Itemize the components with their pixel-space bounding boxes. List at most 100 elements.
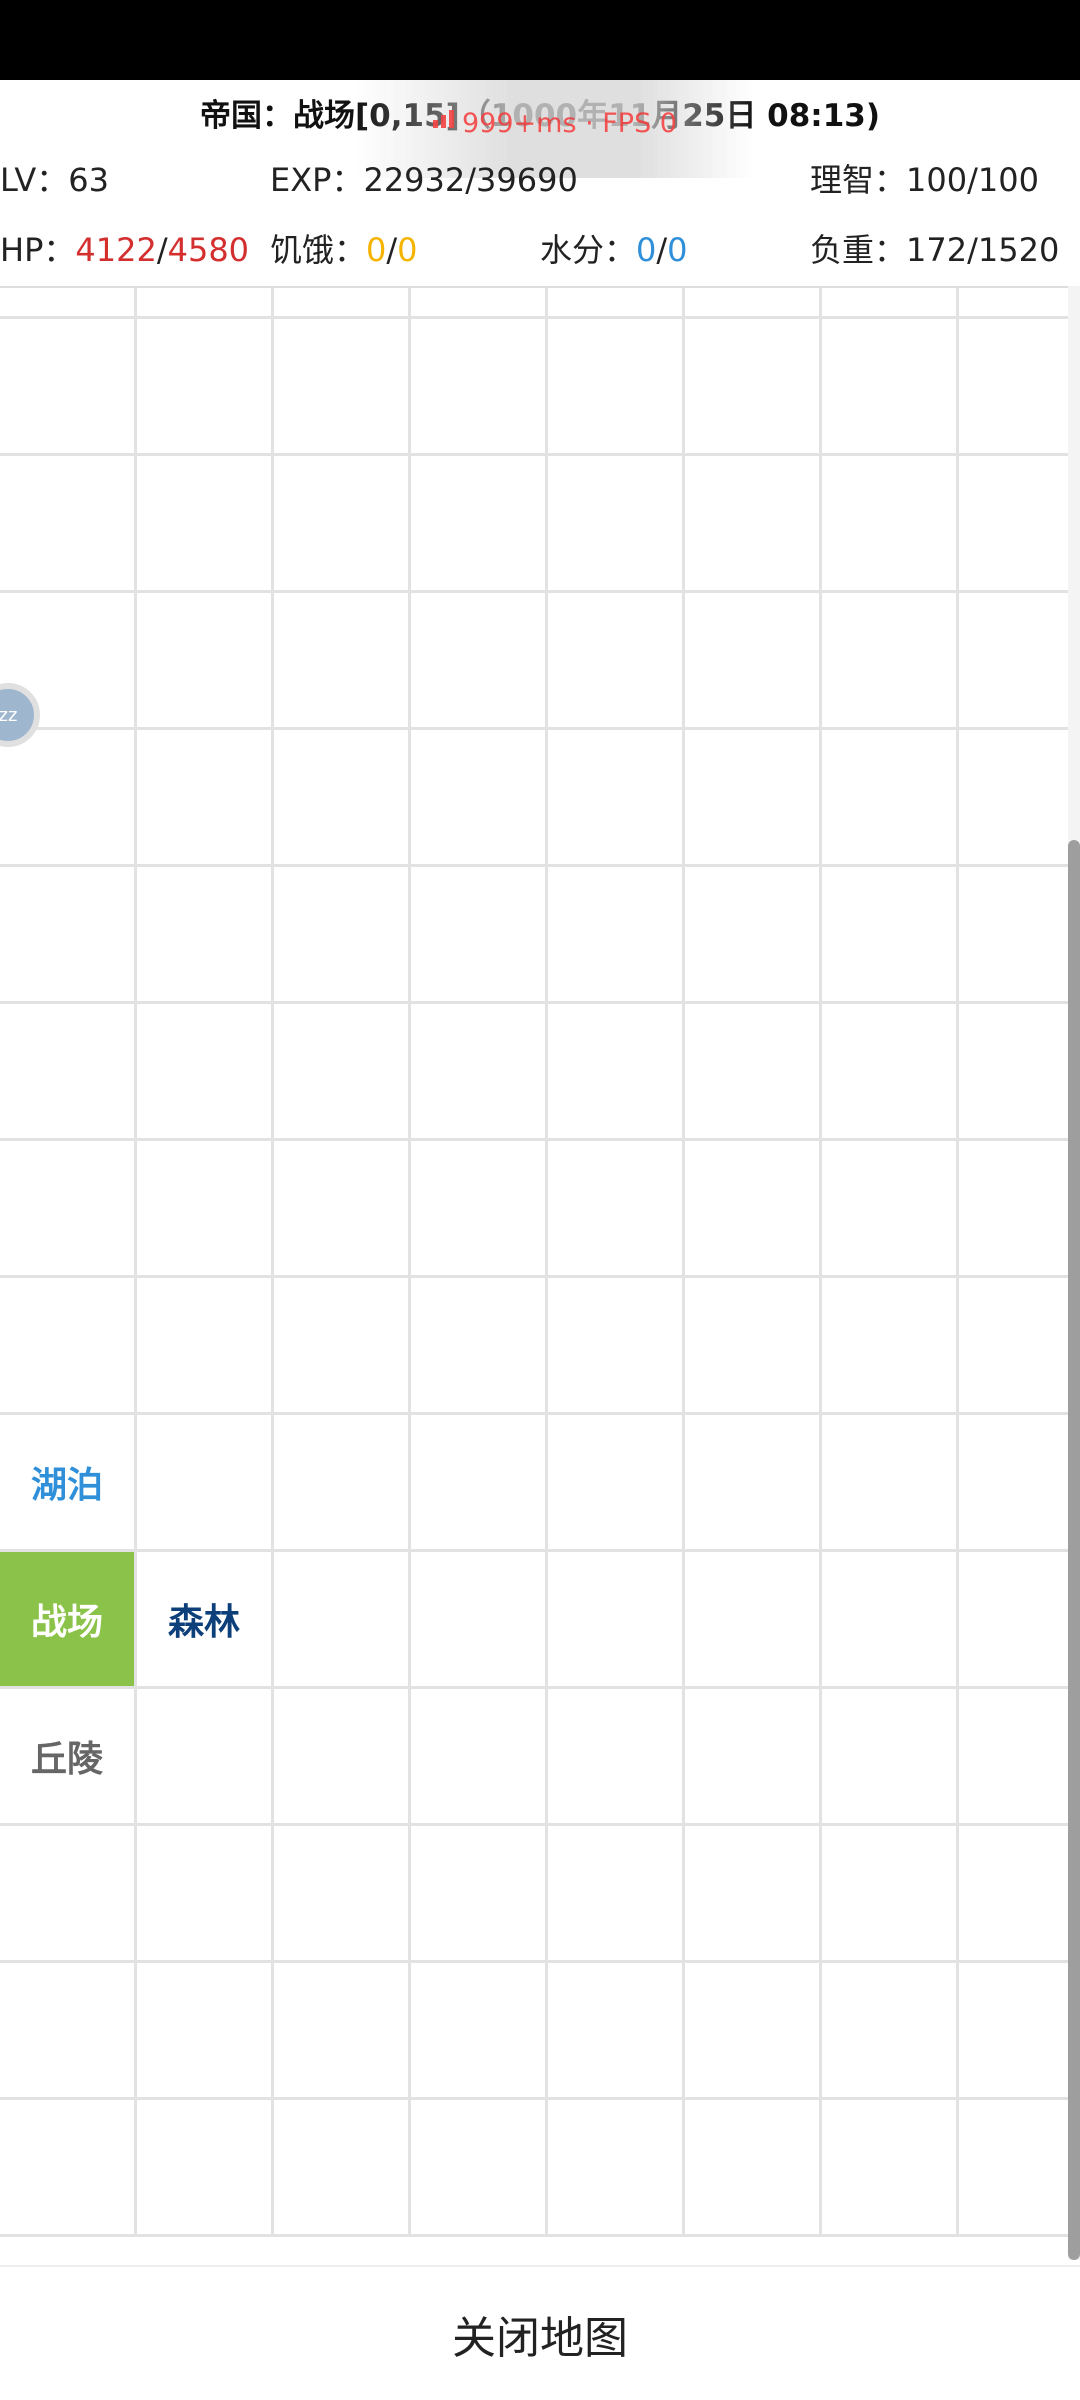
map-cell[interactable] [959,1004,1068,1141]
map-cell[interactable] [0,1963,137,2100]
map-cell[interactable] [548,456,685,593]
map-cell[interactable] [548,288,685,319]
map-cell[interactable] [685,456,822,593]
map-cell[interactable] [548,730,685,867]
map-cell[interactable] [959,2100,1068,2237]
map-cell[interactable] [411,1278,548,1415]
map-cell[interactable] [822,1141,959,1278]
map-cell[interactable] [959,1552,1068,1689]
map-cell[interactable] [137,730,274,867]
map-cell[interactable] [822,319,959,456]
map-cell[interactable] [137,1689,274,1826]
map-cell[interactable] [0,319,137,456]
map-cell-lake[interactable]: 湖泊 [0,1415,137,1552]
map-scrollbar-thumb[interactable] [1068,840,1080,2260]
map-cell[interactable] [548,1963,685,2100]
map-cell[interactable] [137,1141,274,1278]
map-cell[interactable] [548,593,685,730]
map-cell[interactable] [685,593,822,730]
map-cell[interactable] [822,1689,959,1826]
map-cell[interactable] [959,1141,1068,1278]
map-cell[interactable] [959,1826,1068,1963]
map-cell[interactable] [274,319,411,456]
map-cell[interactable] [411,288,548,319]
map-cell[interactable] [548,1004,685,1141]
map-cell[interactable] [685,867,822,1004]
map-cell[interactable] [822,867,959,1004]
map-cell[interactable] [822,288,959,319]
map-cell[interactable] [822,2100,959,2237]
map-cell[interactable] [685,1141,822,1278]
map-cell[interactable] [137,1004,274,1141]
map-cell[interactable] [548,2100,685,2237]
map-cell[interactable] [0,1141,137,1278]
map-cell[interactable] [274,456,411,593]
map-cell[interactable] [137,1826,274,1963]
map-cell[interactable] [274,1141,411,1278]
map-cell[interactable] [411,867,548,1004]
map-viewport[interactable]: 湖泊 战场 森林 丘陵 zz [0,286,1068,2260]
map-cell[interactable] [959,1689,1068,1826]
map-cell[interactable] [411,1689,548,1826]
map-cell[interactable] [411,1826,548,1963]
map-cell[interactable] [685,319,822,456]
map-cell[interactable] [274,867,411,1004]
map-cell[interactable] [411,1415,548,1552]
map-cell[interactable] [274,1552,411,1689]
map-cell[interactable] [548,1689,685,1826]
map-cell[interactable] [959,456,1068,593]
map-cell[interactable] [274,730,411,867]
map-cell[interactable] [822,1963,959,2100]
map-cell[interactable] [411,593,548,730]
map-cell[interactable] [0,1004,137,1141]
map-cell[interactable] [411,1963,548,2100]
map-cell[interactable] [137,1278,274,1415]
close-map-button[interactable]: 关闭地图 [0,2265,1080,2400]
map-cell[interactable] [685,1004,822,1141]
map-cell[interactable] [548,319,685,456]
map-cell[interactable] [685,730,822,867]
map-cell[interactable] [822,730,959,867]
map-cell[interactable] [0,456,137,593]
map-cell[interactable] [137,1963,274,2100]
map-cell[interactable] [0,730,137,867]
map-cell[interactable] [411,1552,548,1689]
map-cell[interactable] [137,456,274,593]
map-cell[interactable] [274,1826,411,1963]
map-cell[interactable] [411,2100,548,2237]
map-cell[interactable] [822,1826,959,1963]
map-cell[interactable] [548,1278,685,1415]
map-cell[interactable] [0,2100,137,2237]
map-cell[interactable] [137,867,274,1004]
map-cell[interactable] [548,1141,685,1278]
map-cell[interactable] [685,1415,822,1552]
map-cell[interactable] [274,1963,411,2100]
map-cell[interactable] [685,1963,822,2100]
map-cell[interactable] [959,319,1068,456]
map-cell[interactable] [685,1826,822,1963]
map-cell[interactable] [959,288,1068,319]
map-cell[interactable] [274,1415,411,1552]
map-cell[interactable] [822,456,959,593]
map-cell[interactable] [274,1689,411,1826]
map-cell[interactable] [822,1552,959,1689]
map-cell[interactable] [685,1689,822,1826]
map-cell[interactable] [411,730,548,867]
map-cell[interactable] [959,730,1068,867]
map-cell[interactable] [822,1004,959,1141]
map-cell[interactable] [0,1826,137,1963]
map-cell[interactable] [959,593,1068,730]
map-cell[interactable] [411,456,548,593]
map-cell[interactable] [137,1415,274,1552]
map-cell[interactable] [411,1141,548,1278]
map-cell[interactable] [959,1963,1068,2100]
map-cell[interactable] [137,593,274,730]
map-cell[interactable] [685,288,822,319]
map-cell[interactable] [0,1278,137,1415]
map-cell-forest[interactable]: 森林 [137,1552,274,1689]
map-cell-hill[interactable]: 丘陵 [0,1689,137,1826]
map-cell[interactable] [548,867,685,1004]
map-cell[interactable] [959,867,1068,1004]
map-cell[interactable] [685,1278,822,1415]
map-cell[interactable] [274,288,411,319]
